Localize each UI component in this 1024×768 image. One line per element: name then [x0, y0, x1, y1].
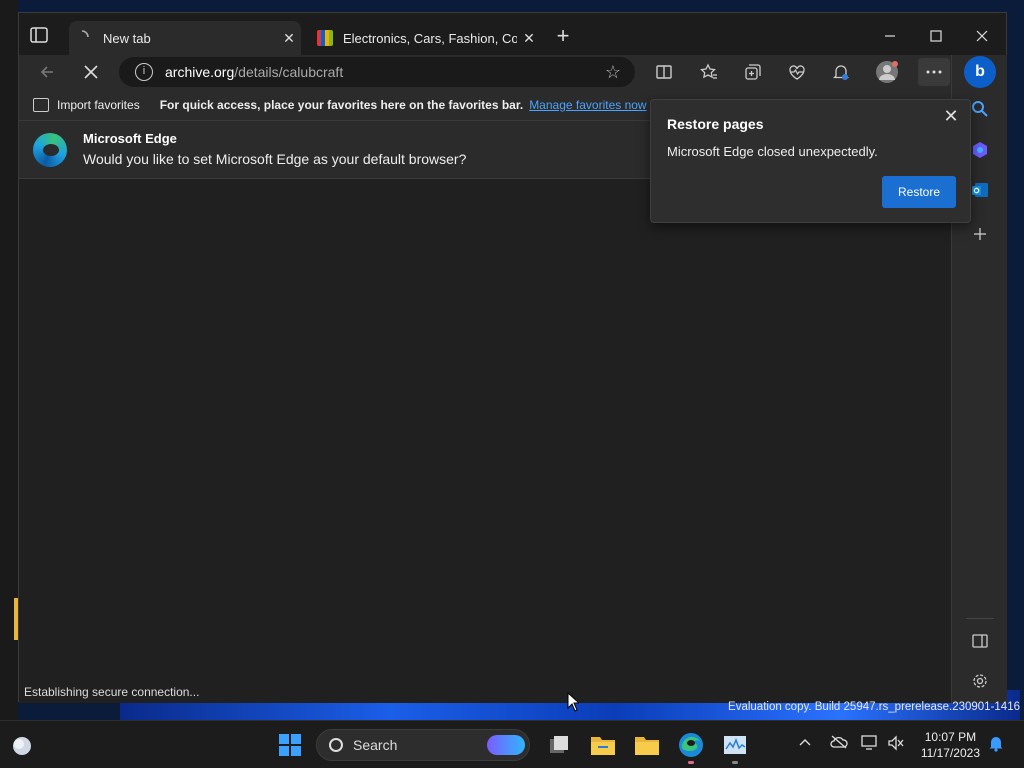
add-sidebar-app-icon[interactable]: [966, 220, 994, 248]
search-highlight-icon: [487, 735, 525, 755]
clock-date: 11/17/2023: [920, 746, 980, 760]
evaluation-watermark: Evaluation copy. Build 25947.rs_prerelea…: [728, 701, 1020, 713]
widgets-icon[interactable]: [6, 729, 38, 761]
navigation-toolbar: i archive.org/details/calubcraft ☆: [19, 55, 1006, 89]
maximize-button[interactable]: [913, 21, 959, 51]
page-content: [19, 179, 951, 703]
show-hidden-icons-icon[interactable]: [798, 735, 812, 750]
sidebar-divider: [966, 618, 994, 619]
close-tab-icon[interactable]: ✕: [277, 30, 301, 47]
search-label: Search: [353, 737, 398, 753]
restore-button[interactable]: Restore: [882, 176, 956, 208]
taskbar-search[interactable]: Search: [316, 729, 530, 761]
taskbar: Search 10:07 PM 11/17/2023: [0, 720, 1024, 768]
split-screen-icon[interactable]: [650, 58, 678, 86]
tab-ebay[interactable]: Electronics, Cars, Fashion, Collectibles…: [309, 21, 541, 55]
clock-time: 10:07 PM: [924, 730, 977, 744]
tab-title: Electronics, Cars, Fashion, Collectibles…: [343, 30, 517, 46]
loading-spinner-icon: [75, 30, 91, 46]
browser-essentials-icon[interactable]: [783, 58, 811, 86]
task-manager-running-indicator: [732, 761, 738, 764]
minimize-button[interactable]: [867, 21, 913, 51]
close-window-button[interactable]: [959, 21, 1005, 51]
popup-title: Restore pages: [667, 116, 764, 132]
bing-copilot-button[interactable]: b: [964, 56, 996, 88]
tab-title: New tab: [103, 30, 151, 46]
favorite-star-icon[interactable]: ☆: [605, 62, 621, 83]
stop-loading-button[interactable]: [77, 58, 105, 86]
favorites-icon[interactable]: [695, 58, 723, 86]
edge-logo-icon: [33, 133, 67, 167]
notification-bell-icon[interactable]: [988, 734, 1004, 755]
file-explorer-2-icon[interactable]: [631, 729, 663, 761]
restore-pages-popup: Restore pages Microsoft Edge closed unex…: [650, 99, 971, 223]
task-view-icon[interactable]: [543, 729, 575, 761]
edge-taskbar-icon[interactable]: [675, 729, 707, 761]
network-icon[interactable]: [861, 735, 879, 754]
hide-sidebar-icon[interactable]: [966, 627, 994, 655]
favorites-hint: For quick access, place your favorites h…: [159, 97, 524, 112]
sidebar-settings-icon[interactable]: [966, 667, 994, 695]
tab-actions-icon[interactable]: [29, 25, 49, 45]
address-url[interactable]: archive.org/details/calubcraft: [165, 64, 343, 80]
collections-icon[interactable]: [739, 58, 767, 86]
import-icon[interactable]: [33, 97, 49, 112]
task-manager-icon[interactable]: [719, 729, 751, 761]
mouse-cursor-icon: [567, 692, 579, 712]
back-button[interactable]: [33, 58, 61, 86]
manage-favorites-link[interactable]: Manage favorites now: [529, 98, 646, 112]
status-bar: Establishing secure connection...: [19, 683, 329, 703]
site-info-icon[interactable]: i: [135, 63, 153, 81]
volume-muted-icon[interactable]: [887, 735, 905, 754]
file-explorer-icon[interactable]: [587, 729, 619, 761]
start-button[interactable]: [274, 729, 306, 761]
infobar-title: Microsoft Edge: [83, 131, 177, 146]
notifications-icon[interactable]: [827, 58, 855, 86]
close-popup-icon[interactable]: ✕: [940, 106, 962, 128]
ebay-favicon-icon: [317, 30, 333, 46]
close-tab-icon[interactable]: ✕: [517, 30, 541, 47]
settings-more-button[interactable]: [918, 58, 950, 86]
import-favorites-button[interactable]: Import favorites: [57, 98, 140, 112]
tab-new-tab[interactable]: New tab ✕: [69, 21, 301, 55]
tab-bar: New tab ✕ Electronics, Cars, Fashion, Co…: [19, 13, 1006, 55]
profile-avatar[interactable]: [873, 58, 901, 86]
system-clock[interactable]: 10:07 PM 11/17/2023: [921, 729, 980, 761]
onedrive-icon[interactable]: [830, 735, 848, 752]
edge-running-indicator: [688, 761, 694, 764]
popup-message: Microsoft Edge closed unexpectedly.: [667, 144, 878, 159]
new-tab-button[interactable]: +: [551, 25, 575, 49]
windows-logo-icon: [279, 734, 301, 756]
address-bar[interactable]: i archive.org/details/calubcraft ☆: [119, 57, 635, 87]
search-icon: [329, 738, 343, 752]
browser-window: New tab ✕ Electronics, Cars, Fashion, Co…: [18, 12, 1007, 703]
infobar-message: Would you like to set Microsoft Edge as …: [83, 151, 467, 167]
